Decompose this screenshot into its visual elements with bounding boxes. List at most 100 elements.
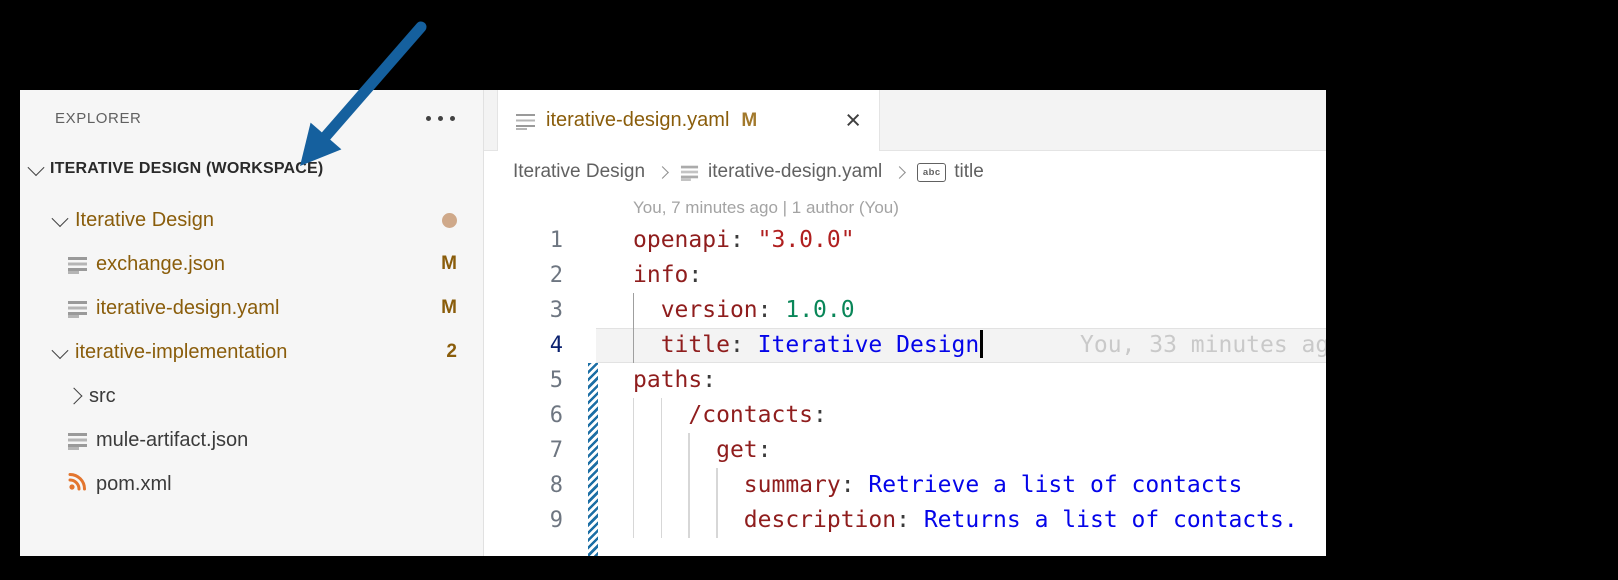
- code-token: :: [896, 507, 924, 533]
- tree-item-iterative-design[interactable]: Iterative Design: [20, 198, 483, 242]
- line-number: 1: [549, 228, 563, 253]
- code-token: :: [688, 262, 703, 288]
- code-token: :: [702, 367, 717, 393]
- code-area[interactable]: You, 7 minutes ago | 1 author (You) 1 ope…: [484, 193, 1326, 556]
- code-token: info: [633, 262, 689, 288]
- screenshot-stage: EXPLORER ITERATIVE DESIGN (WORKSPACE) It…: [0, 0, 1618, 580]
- line-number: 6: [549, 403, 563, 428]
- xml-icon: [68, 472, 87, 496]
- code-token: :: [813, 402, 827, 428]
- breadcrumb-label: iterative-design.yaml: [708, 161, 883, 182]
- code-text: /contacts:: [633, 398, 827, 433]
- tab-modified-badge: M: [741, 109, 758, 131]
- tree-item-iterative-design-yaml[interactable]: iterative-design.yaml M: [20, 286, 483, 330]
- chevron-right-icon: [893, 165, 907, 179]
- code-line-3[interactable]: 3 version: 1.0.0: [484, 293, 1326, 328]
- code-line-6[interactable]: 6 /contacts:: [484, 398, 1326, 433]
- line-number: 8: [549, 473, 563, 498]
- code-token: summary: [743, 472, 841, 498]
- gitlens-file-blame: You, 7 minutes ago | 1 author (You): [633, 198, 899, 217]
- line-number: 5: [549, 368, 563, 393]
- vscode-window: EXPLORER ITERATIVE DESIGN (WORKSPACE) It…: [20, 90, 1326, 556]
- code-line-1[interactable]: 1 openapi: "3.0.0": [484, 223, 1326, 258]
- code-token: description: [743, 507, 897, 533]
- code-line-5[interactable]: 5 paths:: [484, 363, 1326, 398]
- breadcrumb-item-title[interactable]: abc title: [917, 161, 984, 183]
- git-status-badge: 2: [446, 341, 457, 362]
- file-tree: Iterative Design exchange.json Miterative-…: [20, 198, 483, 506]
- breadcrumb-label: title: [954, 161, 984, 182]
- code-token: :: [757, 297, 786, 323]
- tab-label: iterative-design.yaml: [546, 109, 730, 131]
- code-text: description: Returns a list of contacts.: [633, 503, 1298, 538]
- breadcrumb-label: Iterative Design: [513, 161, 646, 182]
- workspace-section-header[interactable]: ITERATIVE DESIGN (WORKSPACE): [20, 146, 483, 192]
- tree-item-label: src: [89, 384, 116, 407]
- code-token: Retrieve a list of contacts: [868, 472, 1243, 498]
- code-text: openapi: "3.0.0": [633, 223, 855, 258]
- code-text: title: Iterative Design: [633, 328, 983, 363]
- close-icon[interactable]: ×: [845, 107, 861, 134]
- tree-item-exchange-json[interactable]: exchange.json M: [20, 242, 483, 286]
- file-icon: [516, 111, 535, 131]
- line-number: 3: [549, 298, 563, 323]
- breadcrumb: Iterative Design iterative-design.yaml abc…: [484, 151, 1326, 193]
- text-cursor: [980, 330, 983, 358]
- chevron-down-icon: [51, 342, 69, 360]
- file-icon: [68, 430, 87, 450]
- tab-iterative-design-yaml[interactable]: iterative-design.yaml M ×: [497, 90, 880, 151]
- file-icon: [68, 254, 87, 274]
- editor-pane: iterative-design.yaml M × Iterative Desi…: [484, 90, 1326, 556]
- tree-item-pom-xml[interactable]: pom.xml: [20, 462, 483, 506]
- workspace-label: ITERATIVE DESIGN (WORKSPACE): [50, 160, 324, 177]
- code-text: version: 1.0.0: [633, 293, 855, 328]
- tree-item-label: iterative-design.yaml: [96, 296, 280, 319]
- tree-item-label: mule-artifact.json: [96, 428, 249, 451]
- code-token: :: [840, 472, 869, 498]
- code-line-8[interactable]: 8 summary: Retrieve a list of contacts: [484, 468, 1326, 503]
- breadcrumb-item-iterative-design[interactable]: Iterative Design: [513, 161, 645, 183]
- breadcrumb-item-iterative-design-yaml[interactable]: iterative-design.yaml: [680, 161, 882, 183]
- code-token: get: [716, 437, 758, 463]
- line-number: 4: [549, 333, 563, 358]
- code-line-7[interactable]: 7 get:: [484, 433, 1326, 468]
- code-token: :: [757, 437, 772, 463]
- file-icon: [680, 163, 699, 181]
- git-modified-dot-badge: [442, 212, 457, 228]
- code-text: summary: Retrieve a list of contacts: [633, 468, 1243, 503]
- tab-bar: iterative-design.yaml M ×: [484, 90, 1326, 151]
- more-actions-icon[interactable]: [426, 115, 455, 121]
- tree-item-label: Iterative Design: [75, 208, 214, 231]
- explorer-header: EXPLORER: [20, 90, 483, 146]
- code-lines: 1 openapi: "3.0.0" 2 info: 3 version: 1.0.0 4…: [484, 223, 1326, 538]
- code-line-2[interactable]: 2 info:: [484, 258, 1326, 293]
- code-token: 1.0.0: [785, 297, 855, 323]
- chevron-down-icon: [51, 210, 69, 228]
- code-line-4[interactable]: 4 title: Iterative Design You, 33 minutes…: [484, 328, 1326, 363]
- code-text: get:: [633, 433, 772, 468]
- code-token: Returns a list of contacts.: [923, 507, 1298, 533]
- code-text: info:: [633, 258, 702, 293]
- chevron-right-icon: [65, 387, 83, 405]
- gitlens-inline-blame: You, 33 minutes ag: [1080, 332, 1326, 358]
- explorer-sidebar: EXPLORER ITERATIVE DESIGN (WORKSPACE) It…: [20, 90, 484, 556]
- tree-item-src[interactable]: src: [20, 374, 483, 418]
- tree-item-iterative-implementation[interactable]: iterative-implementation 2: [20, 330, 483, 374]
- symbol-string-icon: abc: [917, 162, 947, 182]
- line-number: 7: [549, 438, 563, 463]
- code-token: :: [729, 332, 758, 358]
- explorer-title: EXPLORER: [55, 109, 142, 127]
- code-line-9[interactable]: 9 description: Returns a list of contact…: [484, 503, 1326, 538]
- chevron-down-icon: [27, 159, 45, 177]
- tree-item-mule-artifact-json[interactable]: mule-artifact.json: [20, 418, 483, 462]
- file-icon: [68, 298, 87, 318]
- line-number: 2: [549, 263, 563, 288]
- code-token: openapi: [633, 227, 730, 253]
- git-status-badge: M: [441, 297, 457, 318]
